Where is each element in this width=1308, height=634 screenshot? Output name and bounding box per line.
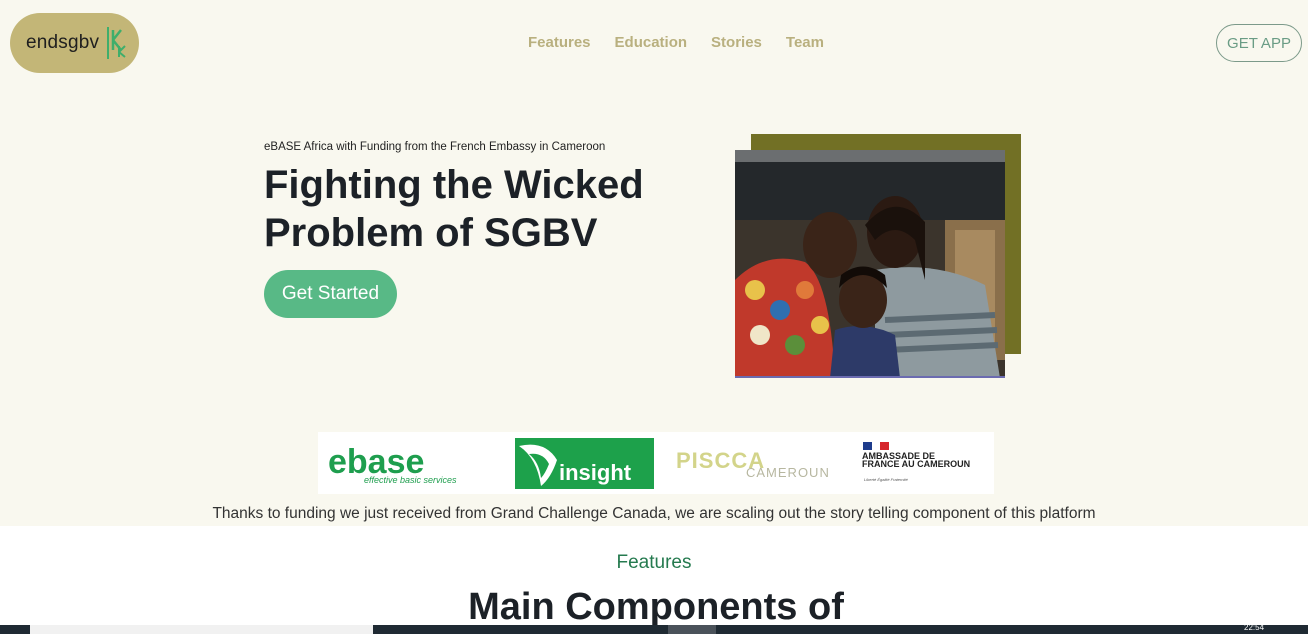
nav-item-stories[interactable]: Stories bbox=[711, 34, 762, 51]
features-title: Main Components of bbox=[468, 586, 844, 628]
hero-section: endsgbv Features Education Stories Team … bbox=[0, 0, 1308, 526]
taskbar-clock: 22:54 bbox=[1244, 623, 1265, 632]
insight-logo: insight bbox=[515, 438, 654, 489]
piscca-subtitle: CAMEROUN bbox=[746, 465, 830, 480]
embassy-logo-text: AMBASSADE DE FRANCE AU CAMEROUN bbox=[862, 451, 971, 469]
nav-item-features[interactable]: Features bbox=[528, 34, 591, 51]
nav-item-team[interactable]: Team bbox=[786, 34, 824, 51]
get-app-button[interactable]: GET APP bbox=[1216, 24, 1302, 62]
os-taskbar: 22:54 bbox=[0, 623, 1308, 634]
taskbar-search-box[interactable] bbox=[30, 625, 373, 634]
get-started-button[interactable]: Get Started bbox=[264, 270, 397, 318]
brand-logo[interactable]: endsgbv bbox=[10, 13, 139, 73]
hero-photo bbox=[735, 150, 1005, 378]
brand-mark-icon bbox=[107, 27, 129, 59]
french-flag-icon bbox=[863, 442, 890, 450]
hero-kicker: eBASE Africa with Funding from the Frenc… bbox=[264, 141, 606, 153]
taskbar-active-app[interactable] bbox=[668, 625, 716, 634]
brand-name: endsgbv bbox=[26, 32, 100, 53]
ebase-logo: ebase effective basic services bbox=[328, 446, 457, 485]
svg-text:effective basic services: effective basic services bbox=[364, 475, 457, 485]
funding-note: Thanks to funding we just received from … bbox=[212, 505, 1096, 522]
main-nav: Features Education Stories Team bbox=[528, 34, 848, 51]
embassy-motto: Liberté Égalité Fraternité bbox=[864, 477, 908, 482]
hero-title: Fighting the Wicked Problem of SGBV bbox=[264, 163, 644, 255]
partner-logos: ebase effective basic services insight P… bbox=[318, 432, 994, 494]
nav-item-education[interactable]: Education bbox=[615, 34, 688, 51]
features-eyebrow: Features bbox=[616, 552, 692, 573]
